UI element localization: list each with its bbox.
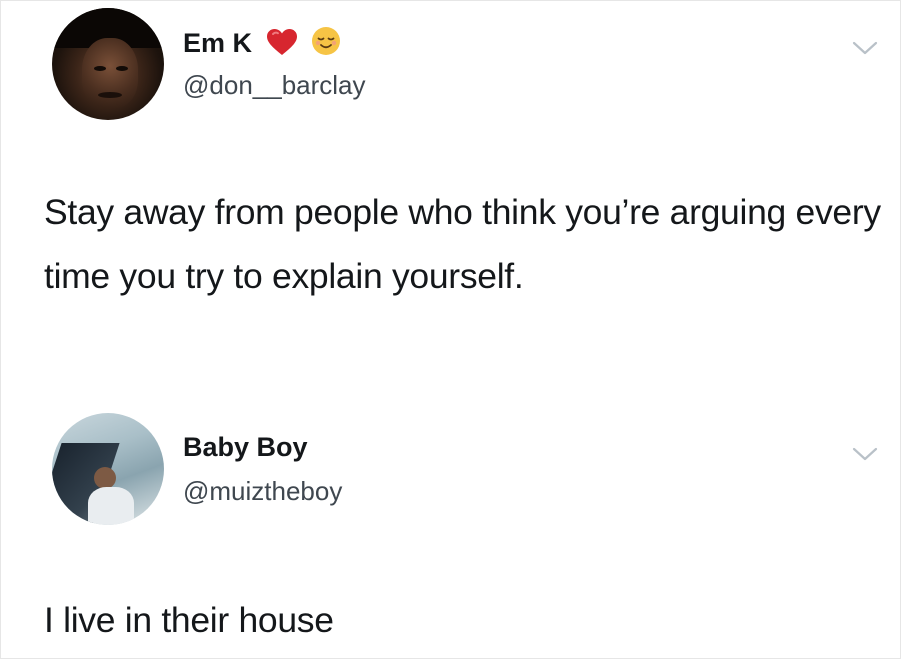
tweet: Em K @don__barclay Stay away from people… <box>0 0 901 400</box>
avatar[interactable] <box>52 413 164 525</box>
relieved-face-icon <box>311 26 341 56</box>
display-name-text: Em K <box>183 28 253 58</box>
heart-icon <box>266 28 298 56</box>
avatar[interactable] <box>52 8 164 120</box>
display-name[interactable]: Baby Boy <box>183 431 308 463</box>
chevron-down-icon[interactable] <box>852 40 878 56</box>
handle[interactable]: @muiztheboy <box>183 476 342 506</box>
display-name[interactable]: Em K <box>183 26 341 59</box>
chevron-down-icon[interactable] <box>852 446 878 462</box>
reply-tweet: Baby Boy @muiztheboy I live in their hou… <box>0 400 901 659</box>
handle[interactable]: @don__barclay <box>183 70 366 100</box>
tweet-text: I live in their house <box>44 600 334 640</box>
tweet-text: Stay away from people who think you’re a… <box>44 192 881 296</box>
